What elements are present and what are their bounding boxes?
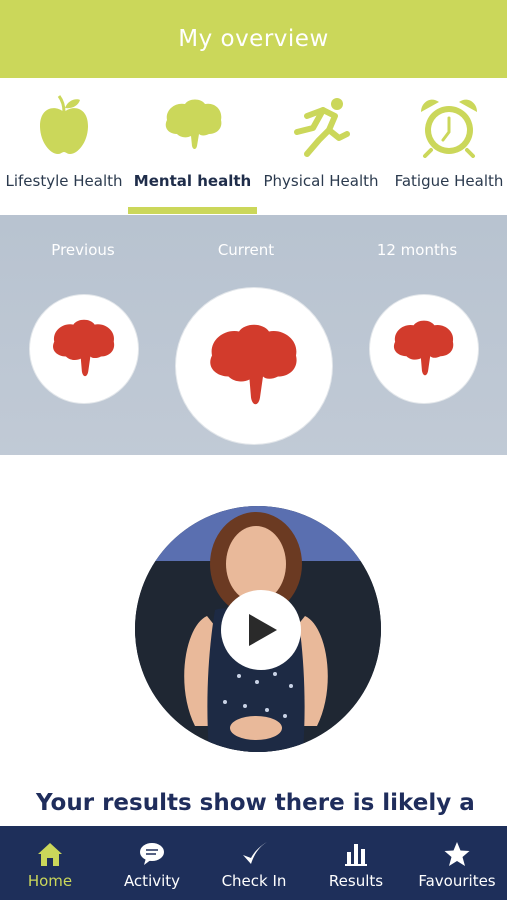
brain-icon xyxy=(53,319,115,377)
nav-label: Favourites xyxy=(418,872,496,890)
video-thumbnail[interactable] xyxy=(135,506,381,752)
home-icon xyxy=(38,843,62,866)
twelve-months-result-circle[interactable] xyxy=(369,294,479,404)
nav-label: Check In xyxy=(221,872,287,890)
nav-label: Results xyxy=(328,872,384,890)
bar-chart-icon xyxy=(345,844,367,866)
tab-fatigue-health[interactable]: Fatigue Health xyxy=(390,78,507,215)
category-tabs: Lifestyle Health Mental health Physical … xyxy=(0,78,507,215)
nav-check-in[interactable]: Check In xyxy=(214,826,294,900)
previous-label: Previous xyxy=(51,241,115,259)
current-result-circle[interactable] xyxy=(175,287,333,445)
brain-icon xyxy=(210,324,297,405)
nav-activity[interactable]: Activity xyxy=(114,826,190,900)
nav-favourites[interactable]: Favourites xyxy=(412,826,502,900)
play-button[interactable] xyxy=(221,590,301,670)
bottom-navigation: Home Activity Check In Results Favourite… xyxy=(0,826,507,900)
nav-home[interactable]: Home xyxy=(14,826,86,900)
play-icon xyxy=(249,614,277,646)
results-heading: Your results show there is likely a xyxy=(36,790,475,816)
tab-label: Lifestyle Health xyxy=(5,172,123,190)
checkmark-icon xyxy=(243,842,267,864)
previous-result-circle[interactable] xyxy=(29,294,139,404)
nav-label: Activity xyxy=(123,872,181,890)
app-header: My overview xyxy=(0,0,507,78)
twelve-months-label: 12 months xyxy=(376,241,458,259)
nav-results[interactable]: Results xyxy=(318,826,394,900)
current-label: Current xyxy=(217,241,275,259)
comparison-section: Previous Current 12 months xyxy=(0,215,507,455)
tab-physical-health[interactable]: Physical Health xyxy=(262,78,380,215)
alarm-clock-icon xyxy=(421,99,477,158)
tab-label: Fatigue Health xyxy=(394,172,504,190)
apple-icon xyxy=(40,95,88,154)
nav-label: Home xyxy=(27,872,73,890)
tab-lifestyle-health[interactable]: Lifestyle Health xyxy=(4,78,124,215)
star-icon xyxy=(444,842,470,866)
brain-icon xyxy=(165,99,221,149)
running-person-icon xyxy=(294,98,350,157)
page-title: My overview xyxy=(178,26,329,52)
brain-icon xyxy=(393,320,454,376)
tab-mental-health[interactable]: Mental health xyxy=(128,78,257,215)
chat-bubble-icon xyxy=(140,843,164,865)
tab-label: Mental health xyxy=(133,172,252,190)
active-tab-indicator xyxy=(128,207,257,214)
tab-label: Physical Health xyxy=(263,172,379,190)
